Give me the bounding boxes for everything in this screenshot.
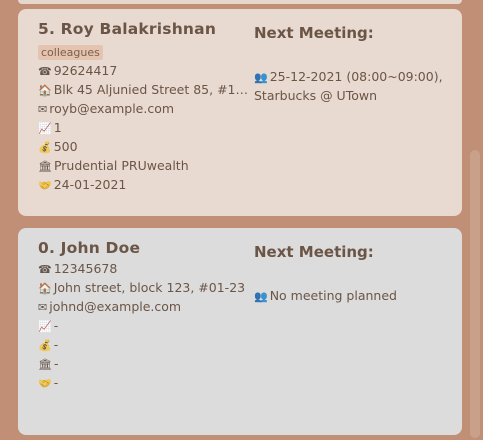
next-meeting-panel: Next Meeting: 👥 25-12-2021 (08:00~09:00),… bbox=[254, 24, 454, 105]
insurance-row: 🏛 - bbox=[38, 355, 253, 374]
house-icon: 🏠 bbox=[38, 84, 52, 97]
insurance-text: - bbox=[53, 356, 59, 371]
stat1-text: - bbox=[53, 318, 59, 333]
handshake-icon: 🤝 bbox=[38, 377, 52, 390]
phone-row: ☎ 92624417 bbox=[38, 62, 253, 81]
house-icon: 🏠 bbox=[38, 282, 52, 295]
stat2-row: 💰 - bbox=[38, 336, 253, 355]
next-meeting-title: Next Meeting: bbox=[254, 243, 374, 261]
chart-icon: 📈 bbox=[38, 320, 52, 333]
stat1-row: 📈 - bbox=[38, 317, 253, 336]
next-meeting-row: 👥 No meeting planned bbox=[254, 287, 454, 306]
person-name: 5. Roy Balakrishnan bbox=[38, 20, 217, 38]
phone-text: 12345678 bbox=[53, 261, 118, 276]
email-text: royb@example.com bbox=[49, 101, 175, 116]
stat2-text: - bbox=[53, 337, 59, 352]
address-row: 🏠 John street, block 123, #01-23 bbox=[38, 279, 253, 298]
email-row: ✉ royb@example.com bbox=[38, 100, 253, 119]
date-row: 🤝 24-01-2021 bbox=[38, 176, 253, 195]
email-text: johnd@example.com bbox=[49, 299, 182, 314]
person-card-selected[interactable]: 5. Roy Balakrishnan colleagues ☎ 92624417… bbox=[18, 9, 462, 216]
stat2-row: 💰 500 bbox=[38, 138, 253, 157]
scrollbar-thumb[interactable] bbox=[470, 150, 480, 438]
phone-row: ☎ 12345678 bbox=[38, 260, 253, 279]
person-details: 0. John Doe ☎ 12345678 🏠 John street, bloc… bbox=[38, 239, 253, 393]
address-row: 🏠 Blk 45 Aljunied Street 85, #11... bbox=[38, 81, 253, 100]
next-meeting-title: Next Meeting: bbox=[254, 24, 374, 42]
bank-icon: 🏛 bbox=[38, 160, 52, 173]
address-text: Blk 45 Aljunied Street 85, #11... bbox=[53, 82, 253, 97]
insurance-text: Prudential PRUwealth bbox=[53, 158, 189, 173]
next-meeting-text: No meeting planned bbox=[269, 288, 397, 303]
stat2-text: 500 bbox=[53, 139, 78, 154]
stat1-text: 1 bbox=[53, 120, 62, 135]
meeting-icon: 👥 bbox=[254, 71, 268, 84]
date-text: 24-01-2021 bbox=[53, 177, 127, 192]
mail-icon: ✉ bbox=[38, 103, 48, 116]
person-card[interactable]: 0. John Doe ☎ 12345678 🏠 John street, bloc… bbox=[18, 228, 462, 435]
handshake-icon: 🤝 bbox=[38, 179, 52, 192]
person-name: 0. John Doe bbox=[38, 239, 141, 257]
tag-badge: colleagues bbox=[38, 45, 103, 60]
next-meeting-row: 👥 25-12-2021 (08:00~09:00), Starbucks @ U… bbox=[254, 68, 454, 105]
person-details: 5. Roy Balakrishnan colleagues ☎ 92624417… bbox=[38, 20, 253, 195]
chart-icon: 📈 bbox=[38, 122, 52, 135]
date-text: - bbox=[53, 375, 59, 390]
money-bag-icon: 💰 bbox=[38, 141, 52, 154]
money-bag-icon: 💰 bbox=[38, 339, 52, 352]
previous-card-edge[interactable] bbox=[18, 0, 462, 4]
stat1-row: 📈 1 bbox=[38, 119, 253, 138]
phone-icon: ☎ bbox=[38, 263, 52, 276]
next-meeting-text: 25-12-2021 (08:00~09:00), Starbucks @ UT… bbox=[254, 69, 443, 103]
insurance-row: 🏛 Prudential PRUwealth bbox=[38, 157, 253, 176]
next-meeting-panel: Next Meeting: 👥 No meeting planned bbox=[254, 243, 454, 306]
address-text: John street, block 123, #01-23 bbox=[53, 280, 246, 295]
phone-text: 92624417 bbox=[53, 63, 118, 78]
date-row: 🤝 - bbox=[38, 374, 253, 393]
meeting-icon: 👥 bbox=[254, 290, 268, 303]
person-list[interactable]: 5. Roy Balakrishnan colleagues ☎ 92624417… bbox=[0, 0, 483, 440]
phone-icon: ☎ bbox=[38, 65, 52, 78]
mail-icon: ✉ bbox=[38, 301, 48, 314]
email-row: ✉ johnd@example.com bbox=[38, 298, 253, 317]
bank-icon: 🏛 bbox=[38, 358, 52, 371]
